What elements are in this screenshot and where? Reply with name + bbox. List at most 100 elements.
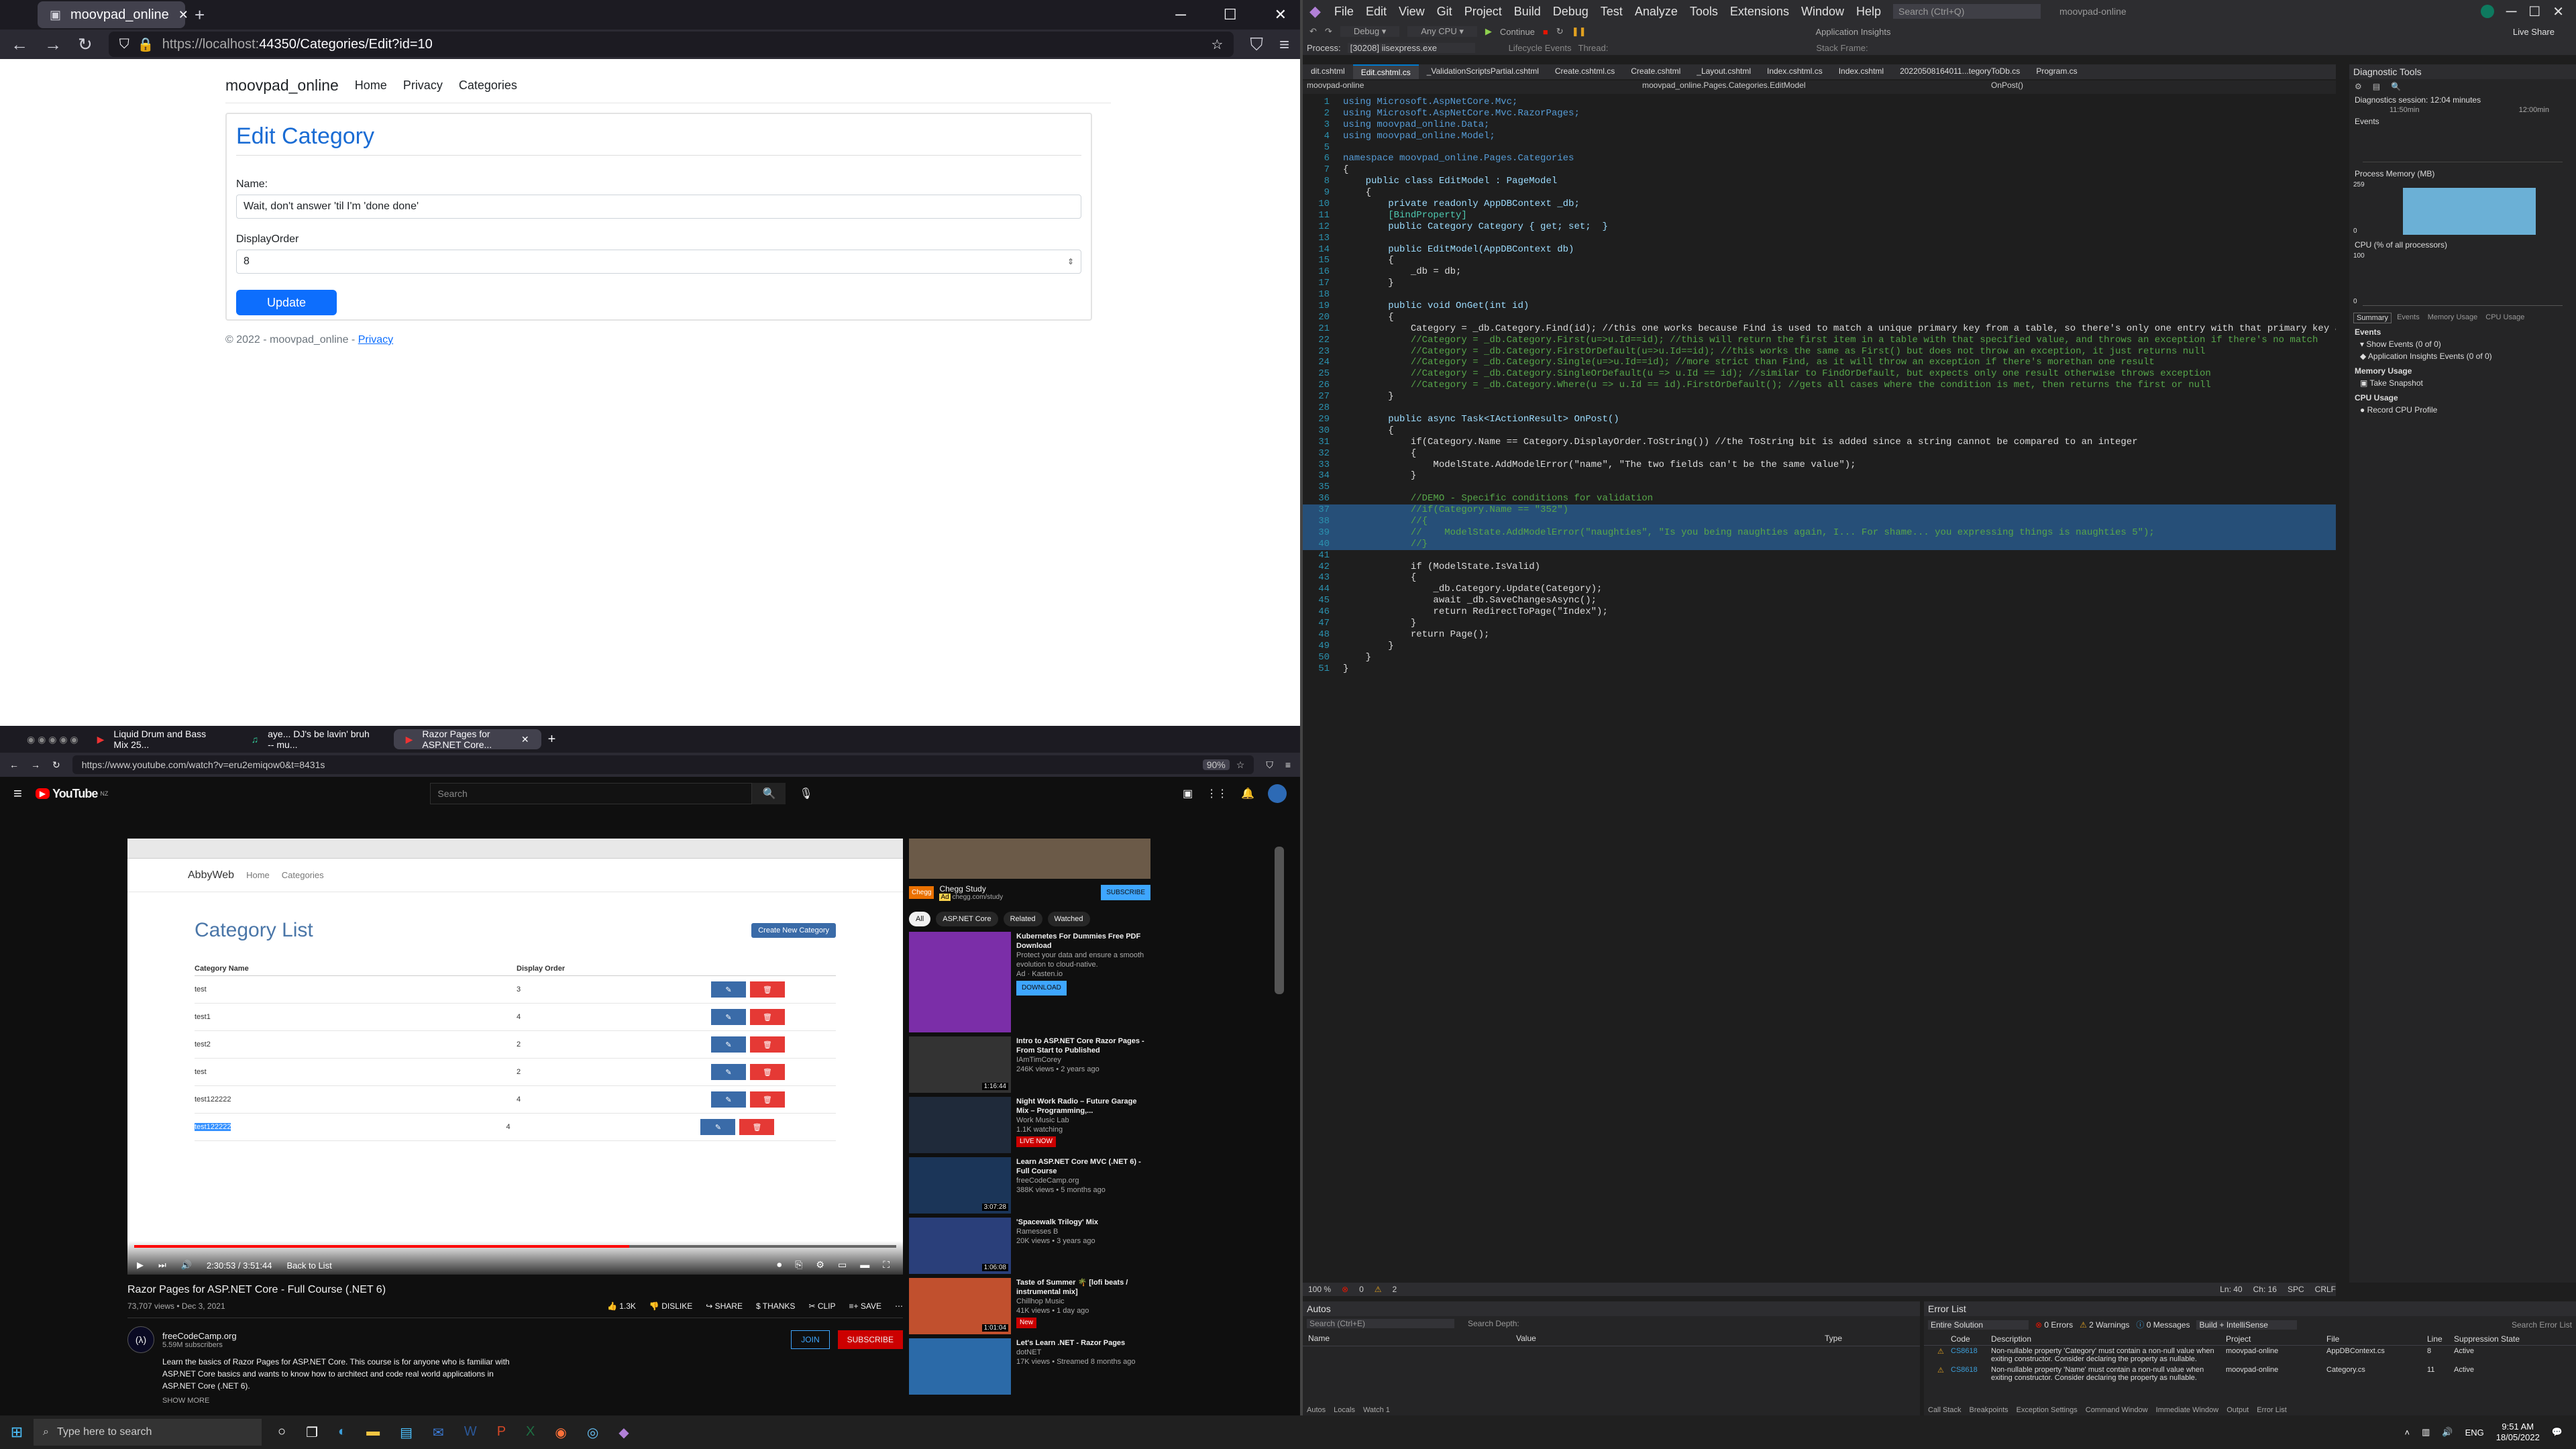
video-thumbnail[interactable]: 3:07:28: [909, 1157, 1011, 1214]
code-line[interactable]: 47 }: [1303, 618, 2336, 629]
dislike-button[interactable]: 👎 DISLIKE: [649, 1301, 692, 1311]
video-chapter[interactable]: Back to List: [286, 1260, 331, 1271]
number-spinner-icon[interactable]: ⇕: [1067, 257, 1074, 266]
error-row[interactable]: ⚠ CS8618 Non-nullable property 'Name' mu…: [1924, 1364, 2576, 1383]
tab-error-list[interactable]: Error List: [2257, 1406, 2287, 1414]
chip-related[interactable]: Related: [1003, 912, 1042, 926]
close-tab-icon[interactable]: ✕: [178, 8, 189, 22]
share-button[interactable]: ↪ SHARE: [706, 1301, 743, 1311]
code-line[interactable]: 11 [BindProperty]: [1303, 210, 2336, 221]
doc-tab[interactable]: Create.cshtml: [1623, 64, 1688, 79]
recommended-video[interactable]: 1:16:44 Intro to ASP.NET Core Razor Pages…: [909, 1036, 1150, 1093]
mail-icon[interactable]: ✉: [433, 1424, 444, 1441]
chip-aspnet[interactable]: ASP.NET Core: [936, 912, 998, 926]
code-line[interactable]: 35: [1303, 482, 2336, 493]
code-line[interactable]: 25 //Category = _db.Category.SingleOrDef…: [1303, 368, 2336, 380]
rec-title[interactable]: Let's Learn .NET - Razor Pages: [1016, 1338, 1136, 1348]
zoom-level[interactable]: 100 %: [1308, 1285, 1331, 1294]
display-order-input[interactable]: 8: [244, 256, 250, 268]
autoplay-toggle-icon[interactable]: ⏺: [777, 1259, 782, 1271]
menu-project[interactable]: Project: [1464, 5, 1502, 19]
close-window-icon[interactable]: ✕: [1275, 6, 1287, 23]
code-line[interactable]: 49 }: [1303, 641, 2336, 652]
close-tab-icon[interactable]: ✕: [521, 734, 529, 745]
recommended-video[interactable]: Let's Learn .NET - Razor Pages dotNET 17K …: [909, 1338, 1150, 1395]
zoom-badge[interactable]: 90%: [1202, 759, 1230, 770]
take-snapshot-button[interactable]: Take Snapshot: [2369, 378, 2422, 388]
tab-youtube-active[interactable]: ▶ Razor Pages for ASP.NET Core... ✕: [393, 729, 541, 750]
thanks-button[interactable]: $ THANKS: [756, 1301, 795, 1311]
restart-icon[interactable]: ↻: [1556, 26, 1564, 37]
code-line[interactable]: 45 await _db.SaveChangesAsync();: [1303, 595, 2336, 606]
code-line[interactable]: 42 if (ModelState.IsValid): [1303, 561, 2336, 573]
ad-subscribe-button[interactable]: SUBSCRIBE: [1101, 885, 1150, 900]
warnings-filter[interactable]: ⚠ 2 Warnings: [2080, 1320, 2129, 1330]
pocket-icon[interactable]: ⛉: [1250, 36, 1263, 53]
chip-watched[interactable]: Watched: [1047, 912, 1090, 926]
messages-filter[interactable]: ⓘ 0 Messages: [2136, 1319, 2190, 1330]
code-line[interactable]: 13: [1303, 233, 2336, 244]
menu-build[interactable]: Build: [1514, 5, 1541, 19]
code-line[interactable]: 50 }: [1303, 652, 2336, 663]
menu-help[interactable]: Help: [1856, 5, 1881, 19]
doc-tab[interactable]: _ValidationScriptsPartial.cshtml: [1419, 64, 1547, 79]
task-view-icon[interactable]: ❐: [306, 1424, 318, 1441]
nav-class-dropdown[interactable]: moovpad_online.Pages.Categories.EditMode…: [1638, 80, 1987, 94]
store-icon[interactable]: ▤: [400, 1424, 413, 1441]
doc-tab-active[interactable]: Edit.cshtml.cs: [1352, 64, 1419, 79]
url-bar[interactable]: ⛉ 🔒 https://localhost: 44350/Categories/E…: [108, 32, 1234, 57]
footer-privacy-link[interactable]: Privacy: [358, 334, 393, 345]
play-icon[interactable]: ▶: [137, 1260, 144, 1271]
tray-chevron-icon[interactable]: ˄: [2404, 1428, 2410, 1438]
progress-bar[interactable]: [134, 1245, 896, 1248]
code-line[interactable]: 34 }: [1303, 470, 2336, 482]
lifecycle-events[interactable]: Lifecycle Events: [1509, 43, 1572, 53]
search-depth[interactable]: Search Depth:: [1468, 1319, 1519, 1328]
code-line[interactable]: 12 public Category Category { get; set; …: [1303, 221, 2336, 233]
pinned-tab-icon[interactable]: ◉ ◉ ◉ ◉ ◉: [27, 734, 78, 745]
doc-tab[interactable]: Index.cshtml.cs: [1759, 64, 1831, 79]
zoom-in-icon[interactable]: 🔍: [2391, 82, 2401, 91]
code-line[interactable]: 41: [1303, 550, 2336, 561]
doc-tab[interactable]: Create.cshtml.cs: [1547, 64, 1623, 79]
yt-url-bar[interactable]: https://www.youtube.com/watch?v=eru2emiq…: [72, 755, 1254, 774]
process-dropdown[interactable]: [30208] iisexpress.exe: [1347, 42, 1475, 53]
build-filter-dropdown[interactable]: Build + IntelliSense: [2196, 1320, 2298, 1330]
visual-studio-icon[interactable]: ◆: [619, 1424, 629, 1441]
tab-exception-settings[interactable]: Exception Settings: [2017, 1406, 2078, 1414]
user-avatar[interactable]: [1268, 784, 1287, 803]
code-line[interactable]: 17 }: [1303, 278, 2336, 289]
code-line[interactable]: 2 using Microsoft.AspNetCore.Mvc.RazorPag…: [1303, 108, 2336, 119]
autos-search-input[interactable]: Search (Ctrl+E): [1307, 1319, 1454, 1328]
redo-icon[interactable]: ↷: [1325, 26, 1332, 37]
menu-extensions[interactable]: Extensions: [1730, 5, 1789, 19]
undo-icon[interactable]: ↶: [1309, 26, 1317, 37]
theater-icon[interactable]: ▬: [860, 1259, 869, 1271]
rec-title[interactable]: Kubernetes For Dummies Free PDF Download: [1016, 932, 1150, 951]
code-line[interactable]: 7{: [1303, 164, 2336, 176]
vs-close-icon[interactable]: ✕: [2553, 3, 2564, 20]
notifications-icon[interactable]: 💬: [2552, 1427, 2563, 1438]
code-line[interactable]: 3 using moovpad_online.Data;: [1303, 119, 2336, 131]
error-row[interactable]: ⚠ CS8618 Non-nullable property 'Category…: [1924, 1346, 2576, 1364]
join-button[interactable]: JOIN: [791, 1330, 830, 1349]
tab-moovpad[interactable]: ▣ moovpad_online ✕: [38, 1, 189, 28]
save-button[interactable]: ≡+ SAVE: [849, 1301, 881, 1311]
diag-tab-events[interactable]: Events: [2394, 313, 2422, 323]
code-line[interactable]: 29 public async Task<IActionResult> OnPo…: [1303, 414, 2336, 425]
code-line[interactable]: 33 ModelState.AddModelError("name", "The…: [1303, 460, 2336, 471]
fullscreen-icon[interactable]: ⛶: [883, 1259, 890, 1271]
file-explorer-icon[interactable]: ▬: [366, 1424, 380, 1441]
code-line[interactable]: 27 }: [1303, 391, 2336, 402]
language-indicator[interactable]: ENG: [2465, 1428, 2484, 1438]
code-line[interactable]: 51}: [1303, 663, 2336, 675]
subscribe-button[interactable]: SUBSCRIBE: [837, 1330, 903, 1349]
ad-banner-image[interactable]: [909, 839, 1150, 879]
errors-filter[interactable]: ⊗ 0 Errors: [2035, 1320, 2073, 1330]
code-line[interactable]: 24 //Category = _db.Category.Single(u=>u…: [1303, 357, 2336, 368]
code-line[interactable]: 10 private readonly AppDBContext _db;: [1303, 199, 2336, 210]
menu-debug[interactable]: Debug: [1553, 5, 1589, 19]
code-line[interactable]: 19 public void OnGet(int id): [1303, 301, 2336, 312]
code-line[interactable]: 43 {: [1303, 572, 2336, 584]
nav-member-dropdown[interactable]: OnPost(): [1987, 80, 2023, 94]
